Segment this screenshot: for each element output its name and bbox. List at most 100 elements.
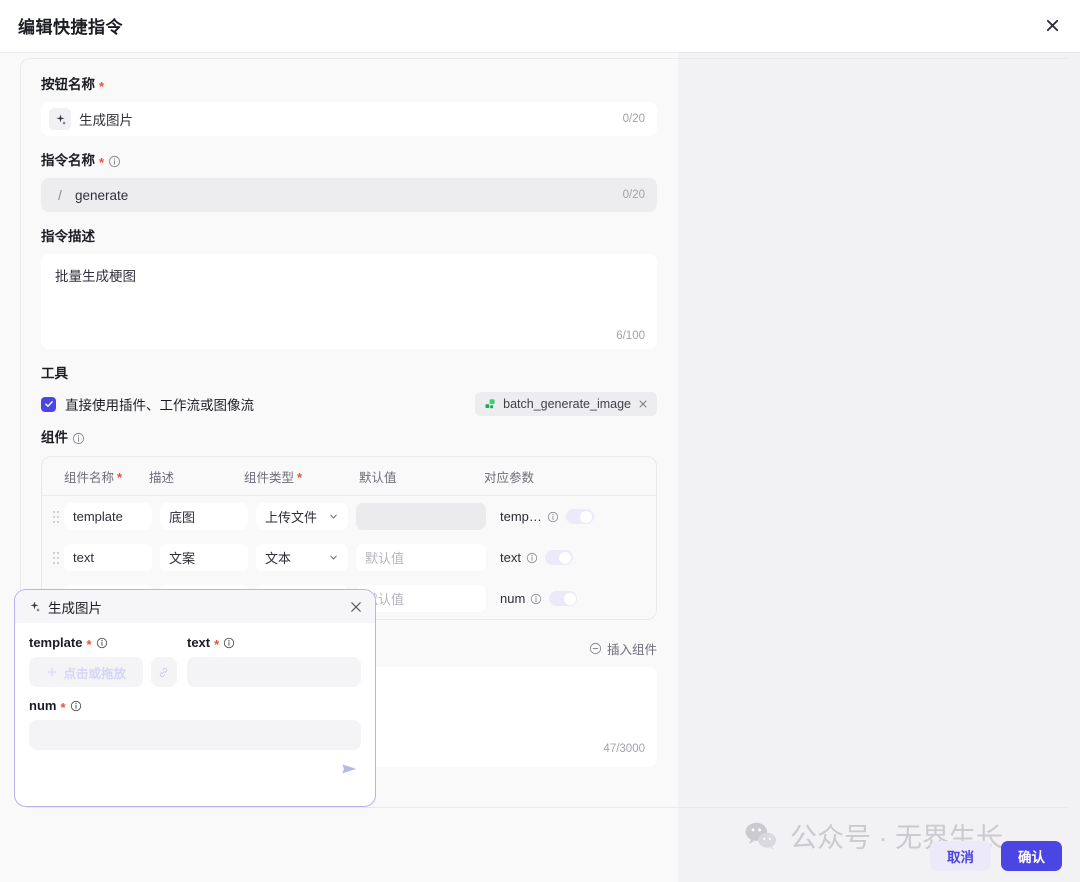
- preview-num-input[interactable]: [29, 720, 361, 750]
- use-plugin-label: 直接使用插件、工作流或图像流: [65, 394, 254, 414]
- preview-row-1: template *: [29, 635, 361, 687]
- component-param: num: [500, 591, 588, 606]
- command-name-value: generate: [75, 188, 623, 203]
- preview-header: 生成图片: [15, 590, 375, 623]
- required-mark: *: [214, 640, 219, 650]
- column-header-type: 组件类型 *: [244, 467, 359, 486]
- table-row: text 文案 文本 默认值 text: [42, 537, 656, 578]
- field-description: 指令描述 批量生成梗图 6/100: [41, 228, 657, 349]
- info-glyph: [526, 552, 538, 564]
- component-type-value: 上传文件: [265, 507, 317, 526]
- component-desc-input[interactable]: 文案: [160, 544, 248, 571]
- wechat-icon: [744, 821, 778, 851]
- component-param-value: text: [500, 550, 521, 565]
- preview-text-input[interactable]: [187, 657, 361, 687]
- preview-field-text: text *: [187, 635, 361, 687]
- preview-upload-button[interactable]: 点击或拖放: [29, 657, 143, 687]
- tools-label: 工具: [41, 365, 657, 383]
- close-icon[interactable]: [349, 600, 363, 614]
- grip-glyph: [52, 510, 60, 524]
- preview-num-label: num *: [29, 698, 361, 713]
- info-glyph: [70, 700, 82, 712]
- tool-tag[interactable]: batch_generate_image: [475, 392, 657, 416]
- column-header-desc: 描述: [149, 467, 244, 486]
- close-glyph: [1045, 18, 1060, 33]
- required-mark: *: [297, 473, 302, 483]
- component-type-value: 文本: [265, 548, 291, 567]
- button-name-input[interactable]: 生成图片 0/20: [41, 102, 657, 136]
- description-counter: 6/100: [616, 330, 645, 342]
- info-icon[interactable]: [96, 637, 108, 649]
- close-icon[interactable]: [638, 399, 648, 409]
- components-label: 组件: [41, 429, 657, 447]
- info-icon[interactable]: [526, 552, 538, 564]
- preview-upload-label: 点击或拖放: [64, 663, 127, 682]
- drag-handle-icon[interactable]: [48, 551, 64, 565]
- required-mark: *: [99, 158, 104, 168]
- edit-shortcut-dialog: 编辑快捷指令 按钮名称 *: [0, 0, 1080, 882]
- info-glyph: [223, 637, 235, 649]
- button-name-counter: 0/20: [623, 113, 645, 125]
- preview-pane: [678, 52, 1080, 882]
- info-icon[interactable]: [108, 155, 121, 168]
- drag-handle-icon[interactable]: [48, 510, 64, 524]
- table-row: template 底图 上传文件 temp…: [42, 496, 656, 537]
- component-param-value: temp…: [500, 509, 542, 524]
- grip-glyph: [52, 551, 60, 565]
- info-icon[interactable]: [223, 637, 235, 649]
- preview-send-button[interactable]: [29, 750, 361, 779]
- preview-body: template *: [15, 623, 375, 779]
- insert-component-icon: [589, 642, 602, 655]
- component-param: temp…: [500, 509, 588, 524]
- command-name-label: 指令名称 *: [41, 152, 657, 170]
- preview-title: 生成图片: [48, 597, 102, 617]
- component-default-input[interactable]: 默认值: [356, 544, 486, 571]
- component-enable-toggle[interactable]: [566, 509, 594, 524]
- info-icon[interactable]: [547, 511, 559, 523]
- confirm-button[interactable]: 确认: [1001, 841, 1062, 871]
- cancel-button[interactable]: 取消: [930, 841, 991, 871]
- sparkle-icon: [49, 108, 71, 130]
- component-desc-input[interactable]: 底图: [160, 503, 248, 530]
- command-name-input[interactable]: / generate 0/20: [41, 178, 657, 212]
- dialog-header: 编辑快捷指令: [0, 0, 1080, 52]
- info-icon[interactable]: [530, 593, 542, 605]
- info-glyph: [72, 432, 85, 445]
- description-textarea[interactable]: 批量生成梗图 6/100: [41, 254, 657, 349]
- component-name-input[interactable]: template: [64, 503, 152, 530]
- component-name-input[interactable]: text: [64, 544, 152, 571]
- page-title: 编辑快捷指令: [18, 13, 123, 38]
- component-enable-toggle[interactable]: [549, 591, 577, 606]
- use-plugin-checkbox[interactable]: [41, 397, 56, 412]
- insert-component-button[interactable]: 插入组件: [589, 639, 657, 658]
- component-type-select[interactable]: 文本: [256, 544, 348, 571]
- description-value: 批量生成梗图: [55, 265, 643, 285]
- tools-row: 直接使用插件、工作流或图像流 batch_generate_image: [41, 392, 657, 416]
- info-glyph: [108, 155, 121, 168]
- component-param: text: [500, 550, 588, 565]
- close-icon[interactable]: [1038, 11, 1066, 39]
- chevron-down-icon: [328, 552, 339, 563]
- button-name-label: 按钮名称 *: [41, 76, 657, 94]
- preview-template-label: template *: [29, 635, 177, 650]
- send-icon: [340, 760, 359, 779]
- close-glyph: [349, 600, 363, 614]
- column-header-name: 组件名称 *: [64, 467, 149, 486]
- required-mark: *: [117, 473, 122, 483]
- component-enable-toggle[interactable]: [545, 550, 573, 565]
- column-header-default: 默认值: [359, 467, 484, 486]
- chevron-down-icon: [328, 511, 339, 522]
- dialog-body: 按钮名称 * 生成图片 0/20 指令名称: [0, 52, 1080, 882]
- info-glyph: [530, 593, 542, 605]
- component-type-select[interactable]: 上传文件: [256, 503, 348, 530]
- preview-link-button[interactable]: [151, 657, 177, 687]
- slash-prefix: /: [49, 187, 71, 203]
- info-icon[interactable]: [70, 700, 82, 712]
- column-header-param: 对应参数: [484, 467, 584, 486]
- command-name-counter: 0/20: [623, 189, 645, 201]
- field-command-name: 指令名称 * / generate 0/20: [41, 152, 657, 212]
- toggle-knob: [559, 552, 571, 564]
- info-icon[interactable]: [72, 432, 85, 445]
- insert-component-label: 插入组件: [607, 639, 657, 658]
- preview-text-label: text *: [187, 635, 361, 650]
